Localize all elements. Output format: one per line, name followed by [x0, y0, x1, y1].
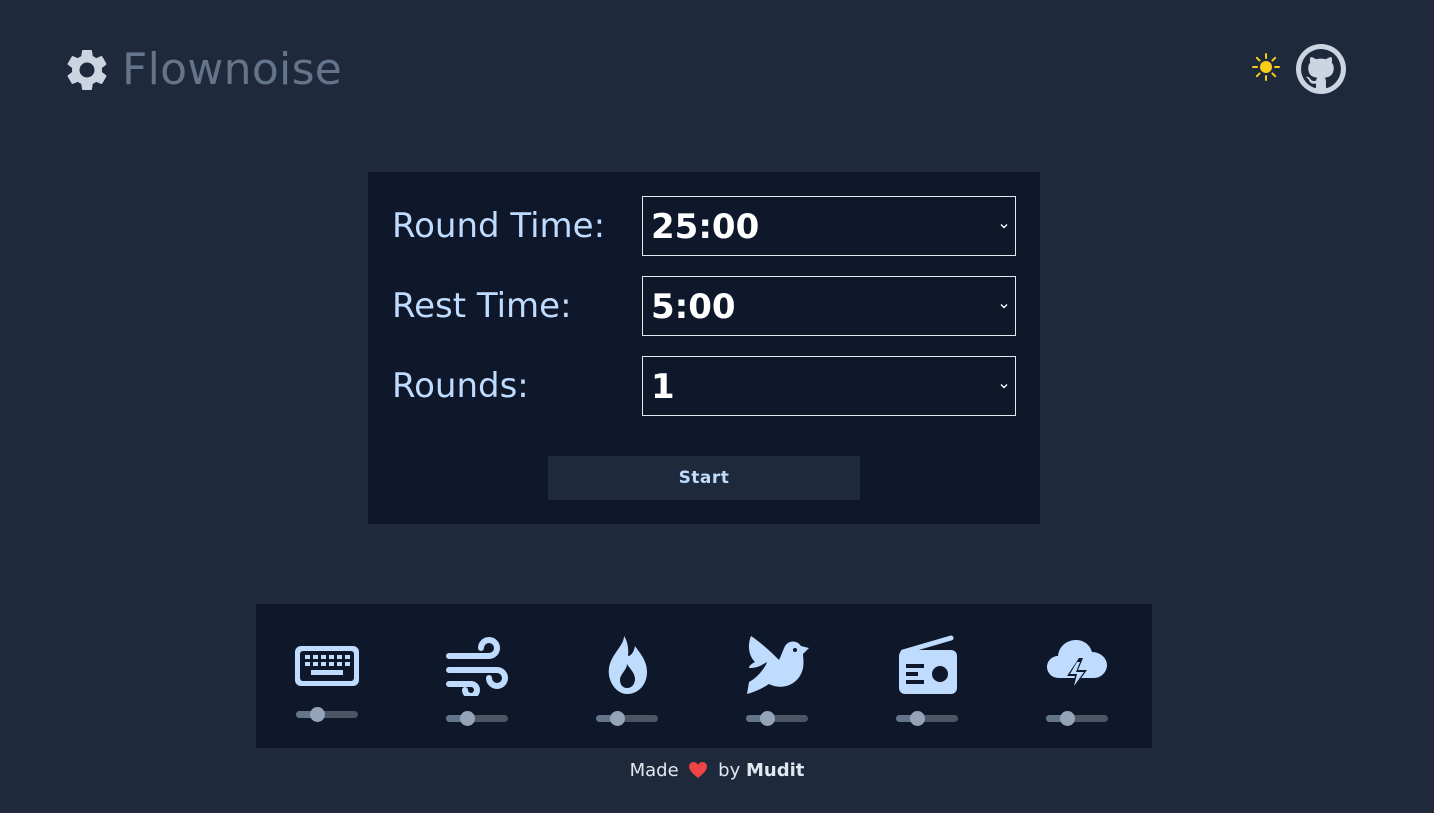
- footer-by-text: by: [718, 760, 741, 781]
- footer: Made by Mudit: [0, 758, 1434, 784]
- chevron-down-icon: [1000, 304, 1008, 309]
- rounds-label: Rounds:: [392, 366, 529, 406]
- slider-thumb[interactable]: [1060, 711, 1076, 726]
- brand: Flownoise: [62, 42, 342, 98]
- chevron-down-icon: [1000, 224, 1008, 229]
- keyboard-icon[interactable]: [293, 634, 361, 696]
- bird-icon[interactable]: [743, 634, 811, 696]
- start-button[interactable]: Start: [548, 456, 860, 500]
- wind-icon[interactable]: [443, 634, 511, 696]
- sound-keyboard: [256, 604, 406, 748]
- slider-thumb[interactable]: [610, 711, 626, 726]
- rounds-select[interactable]: 1: [642, 356, 1016, 416]
- radio-volume-slider[interactable]: [896, 710, 960, 726]
- sound-fire: [556, 604, 706, 748]
- rest-time-select[interactable]: 5:00: [642, 276, 1016, 336]
- round-time-row: Round Time: 25:00: [392, 196, 1016, 256]
- timer-settings-panel: Round Time: 25:00 Rest Time: 5:00 Rounds…: [368, 172, 1040, 524]
- fire-icon[interactable]: [593, 634, 661, 696]
- slider-thumb[interactable]: [760, 711, 776, 726]
- round-time-select[interactable]: 25:00: [642, 196, 1016, 256]
- github-icon[interactable]: [1296, 44, 1346, 94]
- sound-radio: [856, 604, 1006, 748]
- header: Flownoise: [0, 0, 1434, 140]
- sound-thunderstorm: [1006, 604, 1156, 748]
- rest-time-label: Rest Time:: [392, 286, 572, 326]
- app-title: Flownoise: [122, 44, 343, 95]
- slider-thumb[interactable]: [460, 711, 476, 726]
- sound-bird: [706, 604, 856, 748]
- author-link[interactable]: Mudit: [746, 760, 804, 781]
- radio-icon[interactable]: [893, 634, 961, 696]
- sounds-panel: [256, 604, 1152, 748]
- heart-icon: [689, 762, 708, 778]
- gear-icon: [67, 49, 107, 90]
- round-time-value: 25:00: [651, 207, 760, 247]
- rounds-row: Rounds: 1: [392, 356, 1016, 416]
- chevron-down-icon: [1000, 384, 1008, 389]
- rest-time-row: Rest Time: 5:00: [392, 276, 1016, 336]
- fire-volume-slider[interactable]: [596, 710, 660, 726]
- round-time-label: Round Time:: [392, 206, 606, 246]
- keyboard-volume-slider[interactable]: [296, 706, 360, 722]
- rest-time-value: 5:00: [651, 287, 736, 327]
- thunderstorm-volume-slider[interactable]: [1046, 710, 1110, 726]
- rounds-value: 1: [651, 367, 675, 407]
- slider-thumb[interactable]: [910, 711, 926, 726]
- sun-icon[interactable]: [1250, 51, 1282, 83]
- wind-volume-slider[interactable]: [446, 710, 510, 726]
- slider-thumb[interactable]: [310, 707, 326, 722]
- footer-made-text: Made: [629, 760, 679, 781]
- bird-volume-slider[interactable]: [746, 710, 810, 726]
- thunderstorm-icon[interactable]: [1043, 634, 1111, 696]
- sound-wind: [406, 604, 556, 748]
